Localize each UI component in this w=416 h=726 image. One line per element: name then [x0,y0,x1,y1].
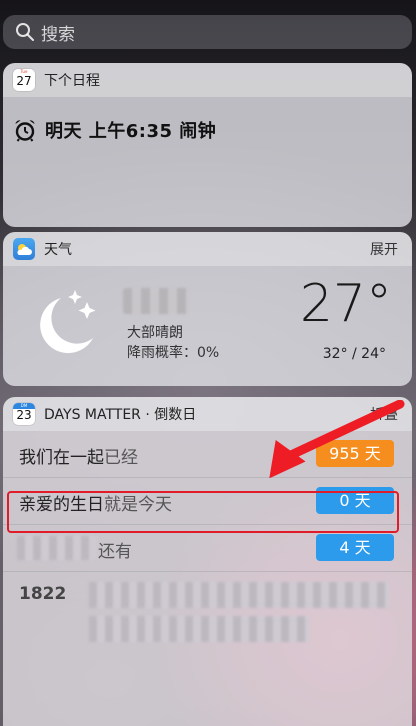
weather-icon [13,238,35,260]
redacted-text-1 [89,582,389,608]
search-field[interactable]: 搜索 [3,15,412,49]
moon-stars-icon [40,290,96,354]
schedule-widget-title: 下个日程 [44,73,100,89]
search-placeholder: 搜索 [41,24,75,45]
current-temperature: 27° [299,274,392,334]
schedule-widget-body: 明天 上午6:35 闹钟 [3,97,412,227]
schedule-widget[interactable]: Tue 27 下个日程 明天 上午6:35 闹钟 [3,63,412,227]
days-matter-app-icon: DM 23 [13,403,35,425]
rain-chance: 降雨概率：0% [127,345,220,361]
highlight-box [7,491,399,533]
countdown-suffix: 已经 [104,448,138,468]
countdown-row-partial[interactable]: 1822 [3,572,412,682]
alarm-item[interactable]: 明天 上午6:35 闹钟 [13,117,216,143]
weather-widget-body: 大部晴朗 降雨概率：0% 27° 32° / 24° [3,266,412,386]
weather-expand-button[interactable]: 展开 [370,239,398,259]
calendar-icon: Tue 27 [13,69,35,91]
countdown-days-badge: 4 天 [316,534,394,561]
redacted-text-2 [89,616,309,642]
weather-widget[interactable]: 天气 展开 大部晴朗 降雨概率：0% 27° 32° / 24° [3,232,412,386]
high-low-temperature: 32° / 24° [322,346,386,362]
alarm-clock-icon [15,120,35,142]
alarm-text: 明天 上午6:35 闹钟 [45,121,217,142]
location-name-redacted [123,288,189,314]
countdown-title: 1822 [19,584,67,604]
days-matter-widget-title: DAYS MATTER · 倒数日 [44,407,197,423]
schedule-widget-header: Tue 27 下个日程 [3,63,412,97]
search-icon [16,23,34,41]
weather-widget-header: 天气 展开 [3,232,412,266]
redacted-title [17,536,97,560]
countdown-title: 我们在一起 [19,448,104,468]
red-arrow-icon [269,400,405,478]
weather-condition: 大部晴朗 [127,325,183,341]
countdown-suffix: 还有 [98,542,132,562]
status-bar [0,0,416,8]
weather-widget-title: 天气 [44,242,72,258]
